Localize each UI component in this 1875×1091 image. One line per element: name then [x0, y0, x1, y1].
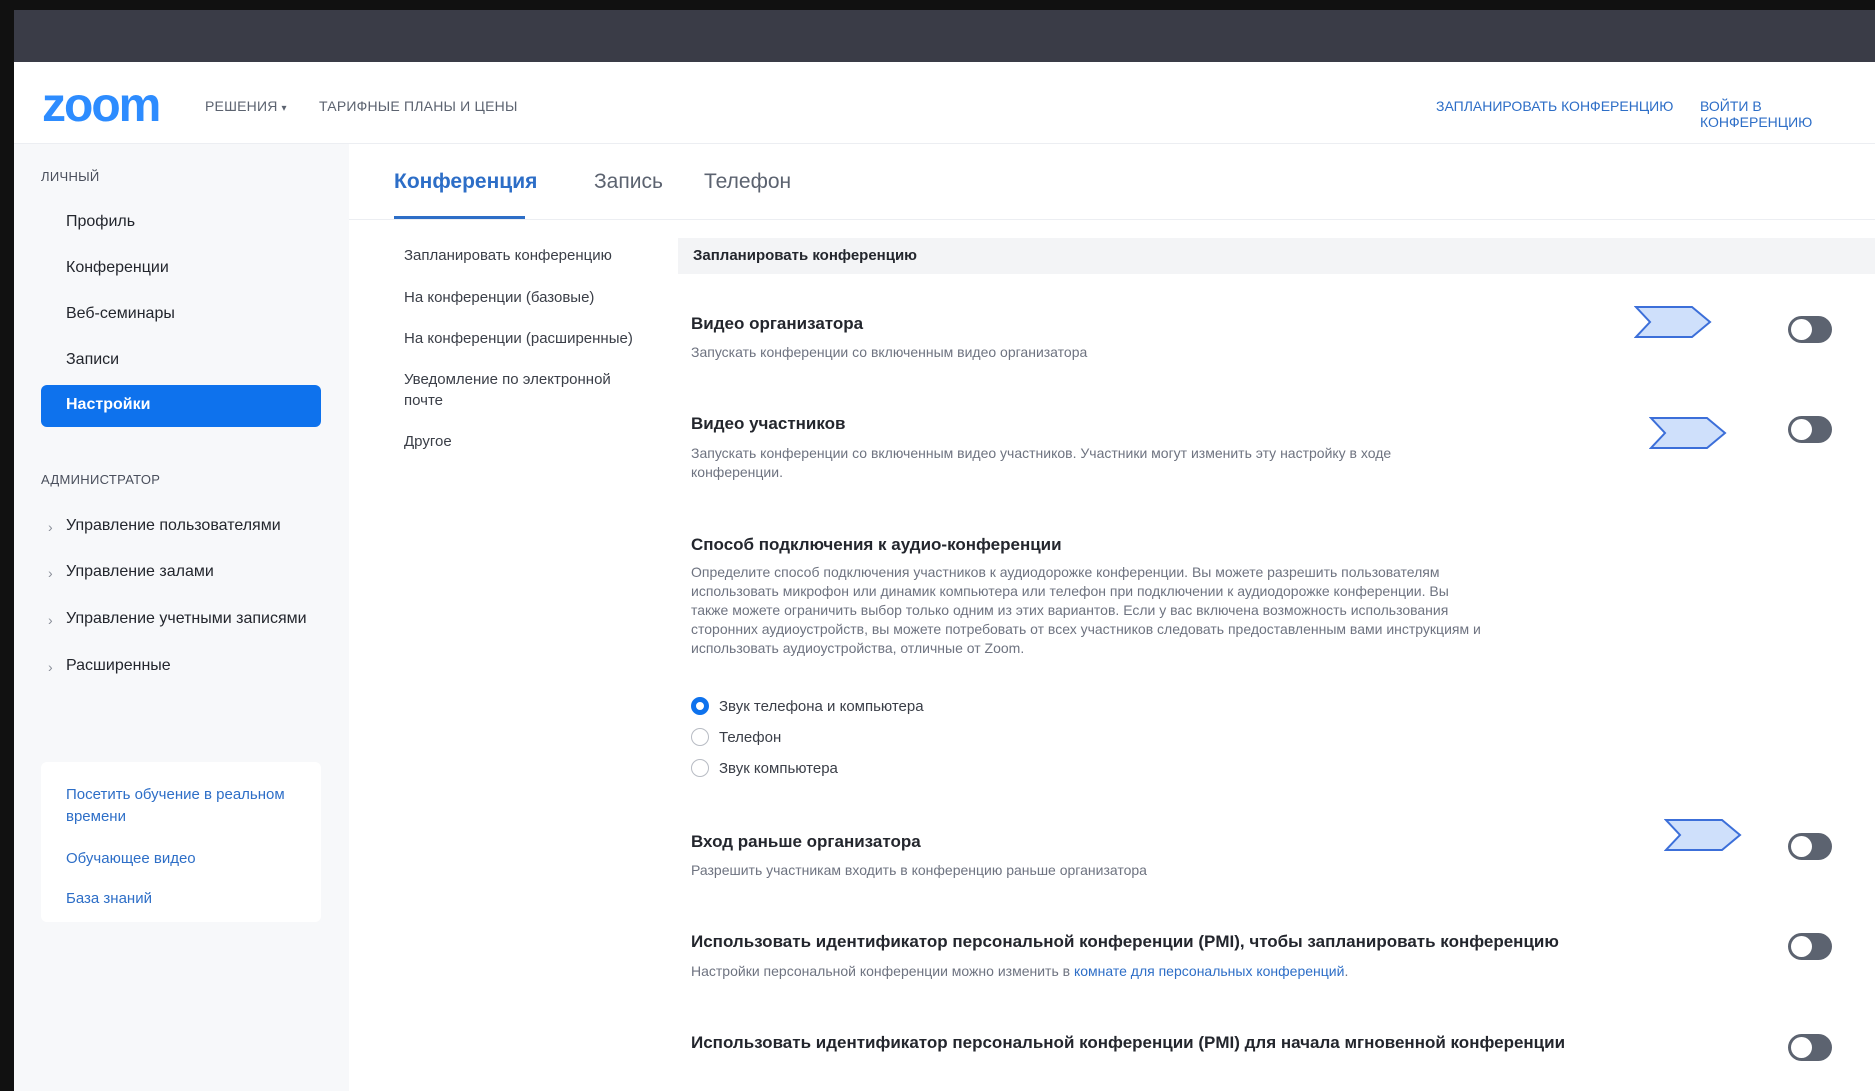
- sidebar-item-recordings[interactable]: Записи: [66, 351, 119, 369]
- chevron-right-icon[interactable]: ›: [48, 612, 53, 628]
- pmi-instant-title: Использовать идентификатор персональной …: [691, 1033, 1566, 1052]
- radio-unchecked-icon[interactable]: [691, 759, 709, 777]
- pmi-schedule-desc-text: Настройки персональной конференции можно…: [691, 963, 1074, 979]
- zoom-logo[interactable]: zoom: [42, 78, 161, 133]
- chevron-right-icon[interactable]: ›: [48, 659, 53, 675]
- help-links-box: Посетить обучение в реальном времени Обу…: [41, 762, 321, 922]
- pmi-instant-toggle[interactable]: [1788, 1034, 1832, 1061]
- personal-meeting-room-link[interactable]: комнате для персональных конференций: [1074, 963, 1344, 979]
- sidebar-item-advanced[interactable]: Расширенные: [66, 657, 171, 675]
- sidebar-item-settings[interactable]: Настройки: [41, 385, 321, 427]
- sidebar-section-personal: ЛИЧНЫЙ: [41, 169, 100, 184]
- sidebar-item-user-management[interactable]: Управление пользователями: [66, 517, 281, 535]
- participant-video-title: Видео участников: [691, 414, 846, 433]
- participant-video-desc: Запускать конференции со включенным виде…: [691, 445, 1392, 480]
- toggle-knob: [1791, 419, 1812, 440]
- chevron-right-icon[interactable]: ›: [48, 519, 53, 535]
- settings-tabs: Конференция Запись Телефон: [349, 144, 1875, 220]
- audio-option-phone[interactable]: Телефон: [691, 728, 781, 746]
- audio-option-computer[interactable]: Звук компьютера: [691, 759, 838, 777]
- subnav-email-notification[interactable]: Уведомление по электронной почте: [404, 369, 634, 411]
- host-video-title: Видео организатора: [691, 314, 864, 333]
- live-training-link[interactable]: Посетить обучение в реальном времени: [66, 784, 306, 828]
- knowledge-base-link[interactable]: База знаний: [66, 888, 152, 910]
- pmi-schedule-toggle[interactable]: [1788, 933, 1832, 960]
- video-tutorials-link[interactable]: Обучающее видео: [66, 848, 196, 870]
- nav-solutions-label: РЕШЕНИЯ: [205, 98, 278, 114]
- pointer-arrow-icon: [1634, 306, 1712, 338]
- subnav-in-meeting-advanced[interactable]: На конференции (расширенные): [404, 328, 644, 349]
- sidebar-item-profile[interactable]: Профиль: [66, 213, 135, 231]
- tab-meeting[interactable]: Конференция: [394, 170, 537, 194]
- host-video-toggle[interactable]: [1788, 316, 1832, 343]
- join-before-host-title: Вход раньше организатора: [691, 832, 921, 851]
- host-video-desc: Запускать конференции со включенным виде…: [691, 344, 1088, 360]
- pointer-arrow-icon: [1664, 819, 1742, 851]
- tab-recording[interactable]: Запись: [594, 170, 663, 194]
- sidebar: ЛИЧНЫЙ Профиль Конференции Веб-семинары …: [14, 144, 349, 1091]
- active-tab-indicator: [394, 216, 525, 219]
- audio-option-label: Телефон: [719, 728, 782, 746]
- toggle-knob: [1791, 936, 1812, 957]
- join-before-host-toggle[interactable]: [1788, 833, 1832, 860]
- audio-option-phone-computer[interactable]: Звук телефона и компьютера: [691, 697, 924, 715]
- sidebar-item-account-management[interactable]: Управление учетными записями: [66, 610, 307, 628]
- pmi-schedule-desc-end: .: [1344, 963, 1349, 979]
- pmi-schedule-title: Использовать идентификатор персональной …: [691, 932, 1559, 951]
- sidebar-item-webinars[interactable]: Веб-семинары: [66, 305, 175, 323]
- caret-down-icon: ▾: [281, 103, 287, 114]
- section-header: Запланировать конференцию: [678, 238, 1875, 274]
- pointer-arrow-icon: [1649, 417, 1727, 449]
- site-header: zoom РЕШЕНИЯ ▾ ТАРИФНЫЕ ПЛАНЫ И ЦЕНЫ ЗАПЛ…: [14, 62, 1875, 144]
- audio-option-label: Звук компьютера: [719, 759, 838, 777]
- sidebar-item-meetings[interactable]: Конференции: [66, 259, 169, 277]
- subnav-in-meeting-basic[interactable]: На конференции (базовые): [404, 287, 644, 308]
- browser-page: zoom РЕШЕНИЯ ▾ ТАРИФНЫЕ ПЛАНЫ И ЦЕНЫ ЗАПЛ…: [14, 10, 1875, 1091]
- audio-type-title: Способ подключения к аудио-конференции: [691, 535, 1062, 554]
- audio-type-desc: Определите способ подключения участников…: [691, 564, 1481, 656]
- subnav-schedule-meeting[interactable]: Запланировать конференцию: [404, 245, 644, 266]
- subnav-other[interactable]: Другое: [404, 431, 644, 452]
- nav-plans-link[interactable]: ТАРИФНЫЕ ПЛАНЫ И ЦЕНЫ: [319, 98, 518, 114]
- toggle-knob: [1791, 319, 1812, 340]
- sidebar-item-room-management[interactable]: Управление залами: [66, 563, 214, 581]
- tab-telephone[interactable]: Телефон: [704, 170, 791, 194]
- radio-unchecked-icon[interactable]: [691, 728, 709, 746]
- audio-option-label: Звук телефона и компьютера: [719, 697, 924, 715]
- radio-checked-icon[interactable]: [691, 697, 709, 715]
- browser-top-bar: [14, 10, 1875, 62]
- join-meeting-link[interactable]: ВОЙТИ В КОНФЕРЕНЦИЮ: [1700, 98, 1875, 130]
- toggle-knob: [1791, 1037, 1812, 1058]
- schedule-meeting-link[interactable]: ЗАПЛАНИРОВАТЬ КОНФЕРЕНЦИЮ: [1436, 98, 1673, 114]
- toggle-knob: [1791, 836, 1812, 857]
- pmi-schedule-desc: Настройки персональной конференции можно…: [691, 962, 1481, 981]
- chevron-right-icon[interactable]: ›: [48, 565, 53, 581]
- join-before-host-desc: Разрешить участникам входить в конференц…: [691, 862, 1147, 878]
- nav-solutions-menu[interactable]: РЕШЕНИЯ ▾: [205, 98, 287, 114]
- participant-video-toggle[interactable]: [1788, 416, 1832, 443]
- sidebar-section-admin: АДМИНИСТРАТОР: [41, 472, 161, 487]
